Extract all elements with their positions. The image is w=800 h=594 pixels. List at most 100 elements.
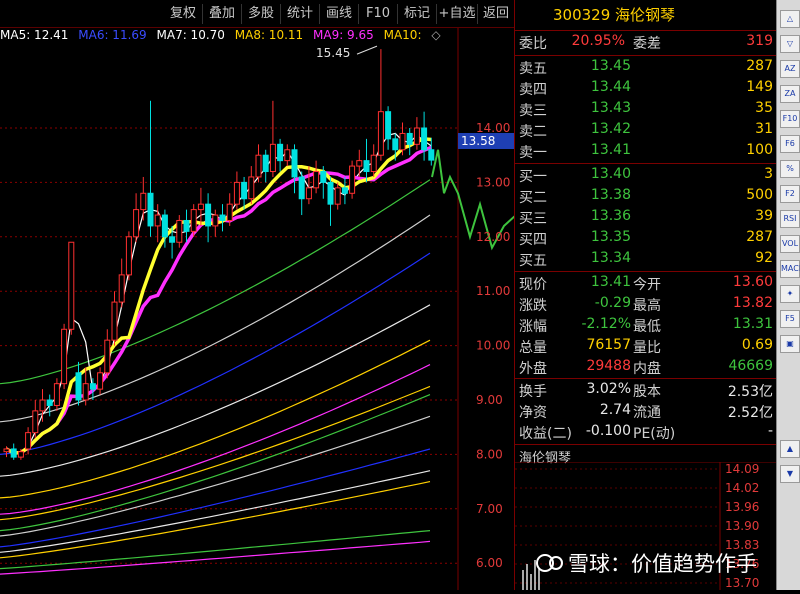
candle-body xyxy=(3,448,10,453)
bid-volume: 3 xyxy=(764,166,773,182)
stat-label: 涨幅 xyxy=(519,319,547,335)
toolstrip-icon[interactable]: % xyxy=(780,160,800,178)
ask-volume: 287 xyxy=(746,58,773,74)
mark-button[interactable]: 标记 xyxy=(398,4,437,24)
toolstrip-icon[interactable]: F2 xyxy=(780,185,800,203)
stat-label: 今开 xyxy=(633,277,661,293)
candle-body xyxy=(305,187,312,200)
ask-row[interactable]: 卖四 13.44 149 xyxy=(515,79,777,101)
ma7-label: MA7: 10.70 xyxy=(156,28,225,42)
stats-row: 涨幅 -2.12% 最低 13.31 xyxy=(515,316,777,338)
weibi-value: 20.95% xyxy=(571,33,625,49)
overlay-line xyxy=(431,149,541,297)
scroll-up-icon[interactable]: ▲ xyxy=(780,440,800,458)
candle-body xyxy=(176,219,183,243)
price-axis-label: 11.00 xyxy=(476,284,510,298)
ask-price: 13.44 xyxy=(590,79,631,95)
ask-price: 13.43 xyxy=(590,100,631,116)
ask-row[interactable]: 卖五 13.45 287 xyxy=(515,58,777,80)
toolstrip-icon[interactable]: ▽ xyxy=(780,35,800,53)
candle-body xyxy=(169,236,176,243)
weicha-label: 委差 xyxy=(633,36,661,52)
weicha-value: 319 xyxy=(746,33,773,49)
kline-chart[interactable]: 14.00 13.00 12.00 11.00 10.00 9.00 8.00 7.00 6.0… xyxy=(0,28,541,590)
toolstrip-icon[interactable]: ✦ xyxy=(780,285,800,303)
candle-body xyxy=(370,154,377,173)
mini-axis-label: 13.90 xyxy=(725,519,759,533)
toolstrip-icon[interactable]: F5 xyxy=(780,310,800,328)
f10-button[interactable]: F10 xyxy=(359,4,398,24)
bid-volume: 287 xyxy=(746,229,773,245)
statistics-button[interactable]: 统计 xyxy=(281,4,320,24)
ask-label: 卖五 xyxy=(519,61,547,77)
stat-value: 13.31 xyxy=(732,316,773,332)
candle-body xyxy=(89,383,96,390)
fundamental-value: 3.02% xyxy=(586,381,631,397)
stat-label: 现价 xyxy=(519,277,547,293)
candle-body xyxy=(349,165,356,194)
candle-body xyxy=(25,432,32,450)
ask-label: 卖一 xyxy=(519,145,547,161)
stock-title: 300329 海伦钢琴 xyxy=(515,0,777,31)
ask-label: 卖三 xyxy=(519,103,547,119)
stat-label: 内盘 xyxy=(633,361,661,377)
bid-price: 13.34 xyxy=(590,250,631,266)
candle-body xyxy=(147,192,154,227)
toolstrip-icon[interactable]: ZA xyxy=(780,85,800,103)
toolstrip-icon[interactable]: △ xyxy=(780,10,800,28)
candle-body xyxy=(392,138,399,151)
toolstrip-icon[interactable]: AZ xyxy=(780,60,800,78)
candle-body xyxy=(82,383,89,401)
ask-row[interactable]: 卖一 13.41 100 xyxy=(515,142,777,164)
stats-row: 总量 76157 量比 0.69 xyxy=(515,337,777,359)
toolstrip-icon[interactable]: VOL xyxy=(780,235,800,253)
fundamental-label: 收益(二) xyxy=(519,426,572,442)
fundamental-label: 换手 xyxy=(519,384,547,400)
draw-line-button[interactable]: 画线 xyxy=(320,4,359,24)
toolstrip-icon[interactable]: ▣ xyxy=(780,335,800,353)
bid-row[interactable]: 买四 13.35 287 xyxy=(515,229,777,251)
price-axis-label: 13.00 xyxy=(476,175,510,189)
bid-row[interactable]: 买三 13.36 39 xyxy=(515,208,777,230)
toolstrip-icon[interactable]: F10 xyxy=(780,110,800,128)
stat-label: 最高 xyxy=(633,298,661,314)
watermark: 雪球：价值趋势作手 xyxy=(536,548,757,578)
bid-row[interactable]: 买五 13.34 92 xyxy=(515,250,777,272)
ask-row[interactable]: 卖二 13.42 31 xyxy=(515,121,777,143)
candle-body xyxy=(75,372,82,401)
candle-body xyxy=(248,176,255,200)
candle-body xyxy=(183,219,190,232)
candle-body xyxy=(17,451,24,458)
bid-label: 买五 xyxy=(519,253,547,269)
scroll-down-icon[interactable]: ▼ xyxy=(780,465,800,483)
candle-body xyxy=(241,181,248,200)
bid-label: 买二 xyxy=(519,190,547,206)
candle-body xyxy=(133,209,140,238)
ask-row[interactable]: 卖三 13.43 35 xyxy=(515,100,777,122)
stat-label: 量比 xyxy=(633,340,661,356)
candle-body xyxy=(428,149,435,161)
fundamental-value: 2.74 xyxy=(599,402,631,418)
weibi-row: 委比 20.95% 委差 319 xyxy=(515,33,777,55)
toolstrip-icon[interactable]: MACD xyxy=(780,260,800,278)
stats-row: 涨跌 -0.29 最高 13.82 xyxy=(515,295,777,317)
bid-row[interactable]: 买二 13.38 500 xyxy=(515,187,777,209)
diamond-icon[interactable]: ◇ xyxy=(431,28,440,42)
fundamental-row: 净资 2.74 流通 2.52亿 xyxy=(515,402,777,424)
mini-axis-label: 14.02 xyxy=(725,481,759,495)
fuquan-button[interactable]: 复权 xyxy=(164,4,203,24)
ask-volume: 100 xyxy=(746,142,773,158)
toolstrip-icon[interactable]: RSI xyxy=(780,210,800,228)
bid-label: 买一 xyxy=(519,169,547,185)
back-button[interactable]: 返回 xyxy=(478,4,514,24)
add-watchlist-button[interactable]: +自选 xyxy=(437,4,478,24)
multi-stock-button[interactable]: 多股 xyxy=(242,4,281,24)
bid-price: 13.35 xyxy=(590,229,631,245)
bid-volume: 39 xyxy=(755,208,773,224)
toolstrip-icon[interactable]: F6 xyxy=(780,135,800,153)
bid-row[interactable]: 买一 13.40 3 xyxy=(515,166,777,188)
overlay-button[interactable]: 叠加 xyxy=(203,4,242,24)
candle-body xyxy=(140,192,147,211)
fundamental-label: 流通 xyxy=(633,405,661,421)
candle-body xyxy=(125,236,132,276)
